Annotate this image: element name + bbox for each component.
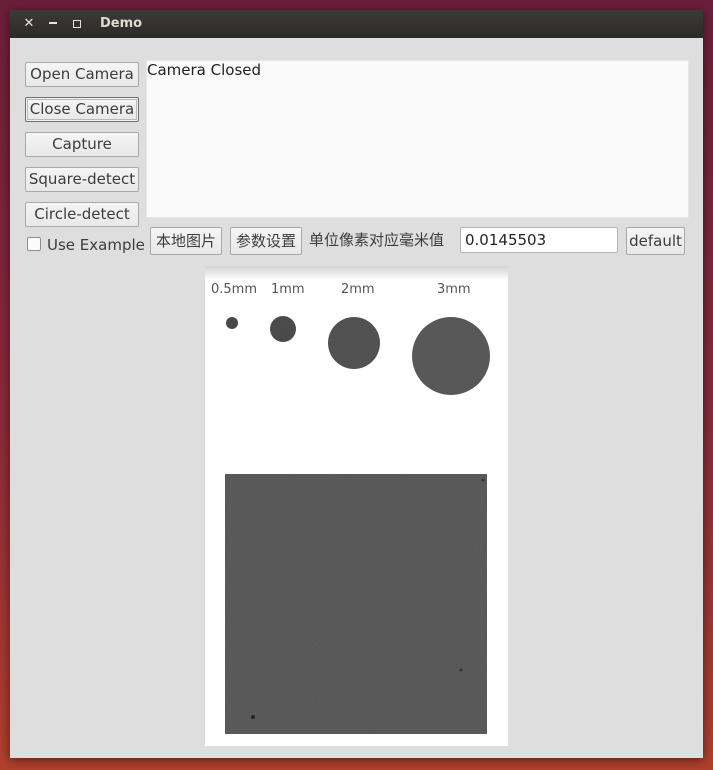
title-bar: ✕ Demo bbox=[10, 10, 703, 38]
open-camera-button[interactable]: Open Camera bbox=[25, 62, 139, 87]
use-example-checkbox-row[interactable]: Use Example bbox=[27, 235, 145, 255]
sample-image: 0.5mm 1mm 2mm 3mm bbox=[205, 266, 508, 746]
maximize-icon[interactable] bbox=[68, 15, 86, 33]
default-button[interactable]: default bbox=[626, 227, 685, 255]
close-camera-button[interactable]: Close Camera bbox=[25, 97, 139, 122]
square-detect-button[interactable]: Square-detect bbox=[25, 167, 139, 192]
capture-button[interactable]: Capture bbox=[25, 132, 139, 157]
sample-image-graphic: 0.5mm 1mm 2mm 3mm bbox=[205, 266, 508, 746]
minimize-icon[interactable] bbox=[44, 15, 62, 33]
square-speck bbox=[251, 715, 255, 719]
app-window: ✕ Demo Open Camera Close Camera Capture … bbox=[10, 10, 703, 758]
status-display: Camera Closed bbox=[146, 60, 689, 218]
circle-detect-button[interactable]: Circle-detect bbox=[25, 202, 139, 227]
mm-per-pixel-label: 单位像素对应毫米值 bbox=[309, 231, 445, 249]
label-1mm: 1mm bbox=[271, 282, 305, 297]
square-sample bbox=[225, 474, 487, 734]
label-0-5mm: 0.5mm bbox=[211, 282, 257, 297]
circle-0-5mm bbox=[226, 317, 238, 329]
use-example-checkbox[interactable] bbox=[27, 237, 41, 251]
label-2mm: 2mm bbox=[341, 282, 375, 297]
square-speck bbox=[459, 668, 463, 672]
window-title: Demo bbox=[100, 16, 143, 31]
circle-1mm bbox=[270, 316, 296, 342]
square-speck bbox=[481, 478, 485, 482]
param-settings-button[interactable]: 参数设置 bbox=[230, 227, 302, 255]
mm-per-pixel-input[interactable] bbox=[460, 227, 618, 253]
close-icon[interactable]: ✕ bbox=[20, 15, 38, 33]
circle-2mm bbox=[328, 317, 380, 369]
local-image-button[interactable]: 本地图片 bbox=[150, 227, 222, 255]
label-3mm: 3mm bbox=[437, 282, 471, 297]
use-example-label: Use Example bbox=[47, 236, 145, 254]
camera-status-text: Camera Closed bbox=[147, 61, 262, 79]
circle-3mm bbox=[412, 317, 490, 395]
